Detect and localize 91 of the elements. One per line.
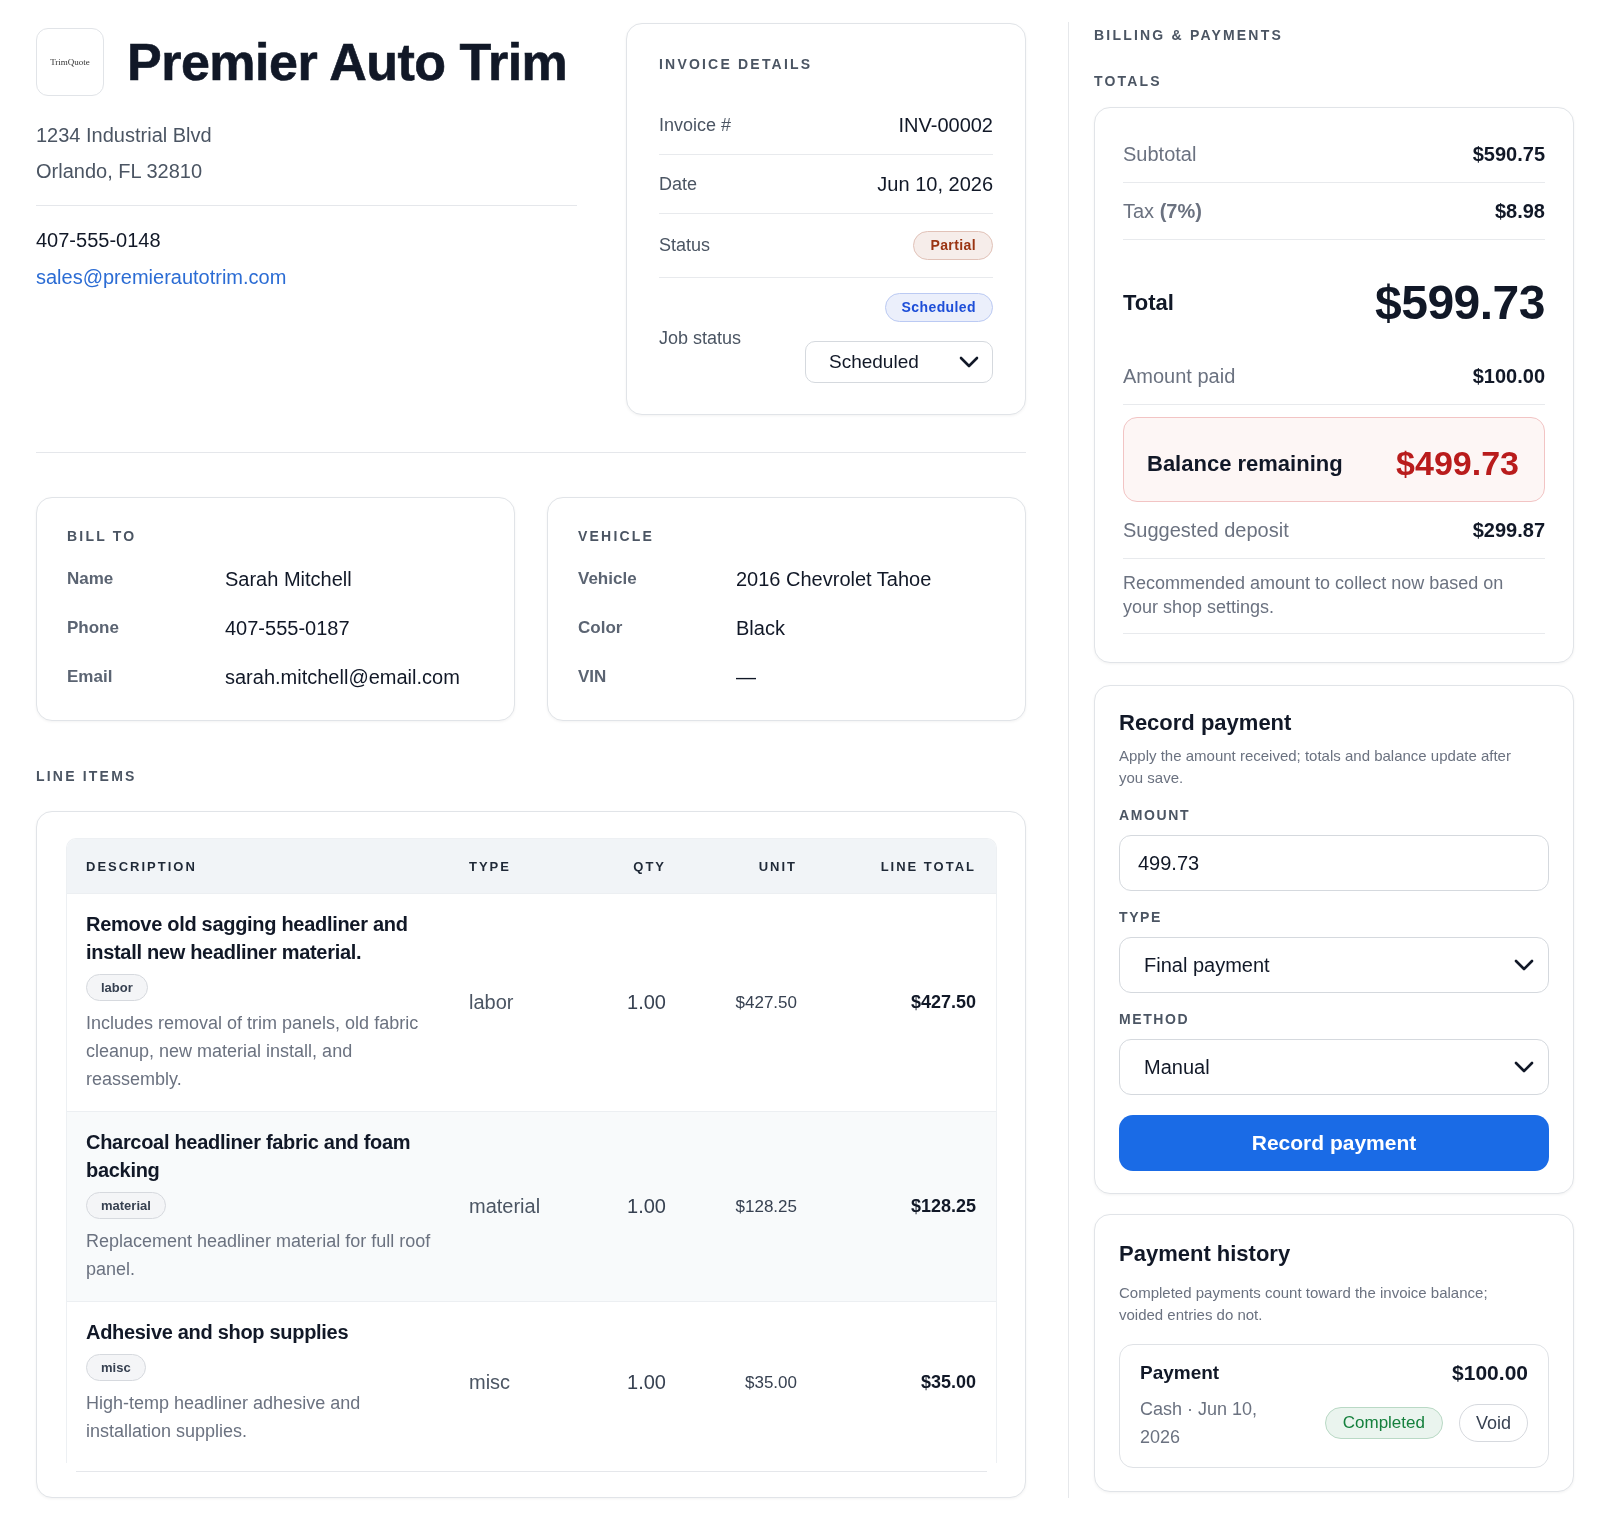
item-title: Charcoal headliner fabric and foam backing	[86, 1130, 412, 1183]
unit-price-cell: $427.50	[735, 992, 797, 1012]
item-tag: material	[86, 1192, 166, 1219]
status-badge: Partial	[913, 231, 993, 260]
field-label: VIN	[578, 666, 607, 688]
field-value: Sarah Mitchell	[225, 567, 352, 592]
payment-title: Payment	[1140, 1361, 1220, 1385]
section-heading: LINE ITEMS	[36, 767, 138, 786]
section-heading: INVOICE DETAILS	[659, 55, 814, 74]
section-heading: VEHICLE	[578, 527, 656, 546]
qty-cell: 1.00	[627, 991, 666, 1013]
field-label: AMOUNT	[1119, 806, 1192, 825]
field-value: Black	[736, 616, 785, 641]
section-heading: BILLING & PAYMENTS	[1094, 26, 1284, 45]
qty-cell: 1.00	[627, 1371, 666, 1393]
total-value: $590.75	[1472, 142, 1545, 166]
field-label: Color	[578, 617, 623, 639]
unit-price-cell: $35.00	[745, 1372, 797, 1392]
item-description: Replacement headliner material for full roof panel.	[86, 1230, 432, 1281]
section-heading: BILL TO	[67, 527, 138, 546]
total-label: Subtotal	[1123, 142, 1197, 166]
field-label: Status	[659, 235, 711, 256]
chevron-down-icon	[1514, 1061, 1534, 1073]
job-status-badge: Scheduled	[884, 293, 993, 322]
line-total-cell: $128.25	[910, 1196, 976, 1216]
grand-total-label: Total	[1123, 291, 1174, 315]
total-value: $299.87	[1472, 518, 1545, 542]
amount-input[interactable]: 499.73	[1119, 835, 1549, 891]
item-description: High-temp headliner adhesive and installation supplies.	[86, 1392, 362, 1443]
payment-detail: Cash · Jun 10, 2026	[1140, 1398, 1259, 1449]
item-tag: labor	[86, 974, 148, 1001]
balance-label: Balance remaining	[1147, 450, 1343, 477]
field-value: 2016 Chevrolet Tahoe	[736, 567, 932, 592]
card-title: Record payment	[1119, 709, 1293, 737]
job-status-select[interactable]: Scheduled	[805, 341, 993, 383]
card-title: Payment history	[1119, 1240, 1292, 1268]
payment-amount: $100.00	[1452, 1360, 1528, 1386]
field-value: sarah.mitchell@email.com	[225, 665, 460, 690]
line-total-cell: $427.50	[910, 992, 976, 1012]
business-phone: 407-555-0148	[36, 229, 161, 251]
item-title: Adhesive and shop supplies	[86, 1320, 350, 1345]
field-label: Invoice #	[659, 114, 732, 136]
email-link[interactable]: sales@premierautotrim.com	[36, 266, 287, 288]
field-label: METHOD	[1119, 1010, 1191, 1029]
address-line: 1234 Industrial Blvd	[36, 124, 212, 146]
help-text: Completed payments count toward the invoice balance; voided entries do not.	[1119, 1283, 1489, 1325]
field-value: Jun 10, 2026	[877, 172, 993, 196]
field-value: —	[736, 665, 756, 690]
total-label: Amount paid	[1123, 364, 1236, 388]
help-text: Apply the amount received; totals and balance update after you save.	[1119, 746, 1512, 788]
field-label: Phone	[67, 617, 119, 639]
field-label: Email	[67, 666, 113, 688]
chevron-down-icon	[1514, 959, 1534, 971]
column-header: TYPE	[469, 859, 511, 874]
record-payment-button[interactable]: Record payment	[1119, 1115, 1549, 1171]
dropdown-select[interactable]: Manual	[1119, 1039, 1549, 1095]
item-tag: misc	[86, 1354, 146, 1381]
column-header: LINE TOTAL	[880, 859, 976, 874]
type-cell: material	[469, 1195, 541, 1217]
column-header: DESCRIPTION	[86, 859, 197, 874]
deposit-note: Recommended amount to collect now based on your shop settings.	[1123, 572, 1505, 619]
total-value: $8.98	[1494, 199, 1545, 223]
payment-status-badge: Completed	[1324, 1407, 1443, 1439]
total-value: $100.00	[1472, 364, 1545, 388]
field-label: Vehicle	[578, 568, 637, 590]
type-cell: misc	[469, 1371, 511, 1393]
balance-value: $499.73	[1396, 444, 1519, 483]
item-description: Includes removal of trim panels, old fabric cleanup, new material install, and reassembly.	[86, 1012, 420, 1091]
qty-cell: 1.00	[627, 1195, 666, 1217]
grand-total-value: $599.73	[1375, 276, 1545, 330]
field-label: TYPE	[1119, 908, 1163, 927]
field-value: 407-555-0187	[225, 616, 350, 641]
total-label: Tax (7%)	[1123, 199, 1202, 223]
address-line: Orlando, FL 32810	[36, 160, 203, 182]
chevron-down-icon	[959, 356, 979, 368]
field-value: INV-00002	[898, 113, 993, 137]
business-name: Premier Auto Trim	[127, 36, 568, 88]
field-label: Date	[659, 173, 698, 195]
line-total-cell: $35.00	[920, 1372, 976, 1392]
void-button[interactable]: Void	[1458, 1404, 1528, 1442]
item-title: Remove old sagging headliner and install new headliner material.	[86, 912, 409, 965]
field-label: Job status	[659, 327, 742, 349]
company-logo: TrimQuote	[36, 28, 104, 96]
unit-price-cell: $128.25	[735, 1196, 797, 1216]
type-cell: labor	[469, 991, 514, 1013]
column-header: QTY	[633, 859, 666, 874]
column-header: UNIT	[758, 859, 797, 874]
section-heading: TOTALS	[1094, 72, 1163, 91]
dropdown-select[interactable]: Final payment	[1119, 937, 1549, 993]
field-label: Name	[67, 568, 114, 590]
total-label: Suggested deposit	[1123, 518, 1289, 542]
